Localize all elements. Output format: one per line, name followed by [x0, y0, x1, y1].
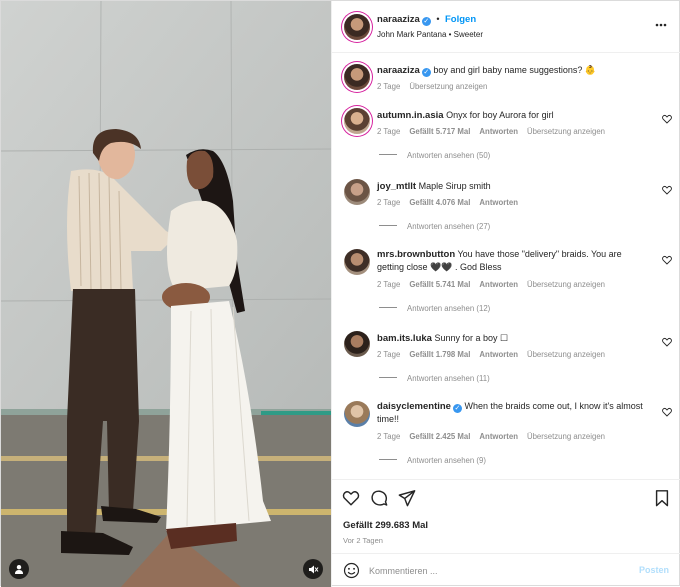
replies-divider [379, 377, 398, 378]
view-replies-label: Antworten ansehen (27) [407, 222, 491, 231]
caption-avatar[interactable] [344, 64, 371, 90]
view-replies-label: Antworten ansehen (9) [407, 456, 486, 465]
audio-subtitle[interactable]: John Mark Pantana • Sweeter [377, 30, 483, 39]
speaker-muted-icon [308, 565, 318, 573]
commenter-avatar[interactable] [344, 108, 371, 134]
view-replies-label: Antworten ansehen (11) [407, 374, 490, 383]
translate-link[interactable]: Übersetzung anzeigen [527, 280, 605, 289]
replies-divider [379, 154, 398, 155]
heart-icon[interactable] [662, 407, 672, 417]
comment-age: 2 Tage [377, 280, 401, 289]
comment-age: 2 Tage [377, 432, 401, 441]
comment-text: Onyx for boy Aurora for girl [446, 110, 554, 120]
mute-button[interactable] [303, 559, 324, 579]
comment-likes[interactable]: Gefällt 4.076 Mal [409, 198, 470, 207]
user-icon [15, 565, 23, 574]
view-replies-link[interactable]: Antworten ansehen (11) [379, 374, 490, 383]
comment-input[interactable] [369, 561, 630, 581]
author-username[interactable]: naraaziza [377, 14, 420, 25]
reply-button[interactable]: Antworten [479, 127, 518, 136]
commenter-avatar[interactable] [344, 179, 371, 205]
view-replies-label: Antworten ansehen (12) [407, 304, 491, 313]
reply-button[interactable]: Antworten [479, 432, 518, 441]
heart-icon[interactable] [662, 114, 672, 124]
comment-likes[interactable]: Gefällt 1.798 Mal [409, 350, 470, 359]
bookmark-icon[interactable] [653, 489, 671, 507]
translate-link[interactable]: Übersetzung anzeigen [527, 432, 605, 441]
comment-age: 2 Tage [377, 350, 401, 359]
separator-dot: • [436, 14, 440, 24]
commenter-avatar[interactable] [344, 249, 371, 275]
follow-button[interactable]: Folgen [445, 14, 476, 25]
add-comment-bar: Posten [332, 553, 680, 587]
commenter-username[interactable]: autumn.in.asia [377, 110, 444, 121]
commenter-username[interactable]: joy_mtllt [377, 181, 416, 192]
commenter-avatar[interactable] [344, 331, 371, 357]
comment-bubble-icon[interactable] [370, 489, 388, 507]
more-horizontal-icon[interactable] [655, 23, 667, 27]
comment-text: Maple Sirup smith [418, 181, 491, 191]
caption-age: 2 Tage [377, 82, 401, 91]
commenter-username[interactable]: bam.its.luka [377, 333, 432, 344]
commenter-avatar[interactable] [344, 401, 371, 427]
like-heart-icon[interactable] [342, 489, 360, 507]
view-replies-link[interactable]: Antworten ansehen (27) [379, 222, 490, 231]
comment-likes[interactable]: Gefällt 5.717 Mal [409, 127, 470, 136]
view-replies-link[interactable]: Antworten ansehen (9) [379, 456, 486, 465]
like-count[interactable]: Gefällt 299.683 Mal [343, 520, 428, 531]
translate-link[interactable]: Übersetzung anzeigen [527, 350, 605, 359]
share-send-icon[interactable] [398, 489, 416, 507]
commenter-username[interactable]: daisyclementine [377, 401, 451, 412]
verified-badge-icon: ✓ [452, 404, 462, 413]
view-replies-link[interactable]: Antworten ansehen (12) [379, 304, 490, 313]
tagged-users-button[interactable] [9, 559, 29, 579]
post-timestamp[interactable]: Vor 2 Tagen [343, 536, 383, 545]
comment-likes[interactable]: Gefällt 5.741 Mal [409, 280, 470, 289]
replies-divider [379, 459, 398, 460]
comment-text: Sunny for a boy ☐ [434, 333, 509, 343]
emoji-icon[interactable] [343, 562, 360, 579]
post-comment-button[interactable]: Posten [639, 565, 669, 575]
heart-icon[interactable] [662, 255, 672, 265]
heart-icon[interactable] [662, 337, 672, 347]
commenter-username[interactable]: mrs.brownbutton [377, 249, 455, 260]
post-photo[interactable] [1, 1, 332, 587]
replies-divider [379, 225, 398, 226]
post-actions-bar: Gefällt 299.683 Mal Vor 2 Tagen [332, 479, 680, 551]
post-side-panel: naraaziza ✓ • Folgen John Mark Pantana • … [331, 1, 680, 587]
heart-icon[interactable] [662, 185, 672, 195]
reply-button[interactable]: Antworten [479, 350, 518, 359]
verified-badge-icon: ✓ [421, 17, 431, 26]
view-replies-label: Antworten ansehen (50) [407, 151, 491, 160]
replies-divider [379, 307, 398, 308]
translate-link[interactable]: Übersetzung anzeigen [527, 127, 605, 136]
comment-likes[interactable]: Gefällt 2.425 Mal [409, 432, 470, 441]
comment-age: 2 Tage [377, 198, 401, 207]
author-avatar[interactable] [344, 14, 371, 40]
caption-username[interactable]: naraaziza [377, 65, 420, 76]
couple-photo [1, 1, 332, 587]
reply-button[interactable]: Antworten [479, 198, 518, 207]
instagram-post-dialog: naraaziza ✓ • Folgen John Mark Pantana • … [0, 0, 680, 587]
reply-button[interactable]: Antworten [479, 280, 518, 289]
caption-text: boy and girl baby name suggestions? 👶 [433, 65, 597, 75]
verified-badge-icon: ✓ [421, 68, 431, 77]
view-replies-link[interactable]: Antworten ansehen (50) [379, 151, 490, 160]
post-header: naraaziza ✓ • Folgen John Mark Pantana • … [332, 1, 680, 53]
caption-translate-link[interactable]: Übersetzung anzeigen [409, 82, 487, 91]
comment-age: 2 Tage [377, 127, 401, 136]
